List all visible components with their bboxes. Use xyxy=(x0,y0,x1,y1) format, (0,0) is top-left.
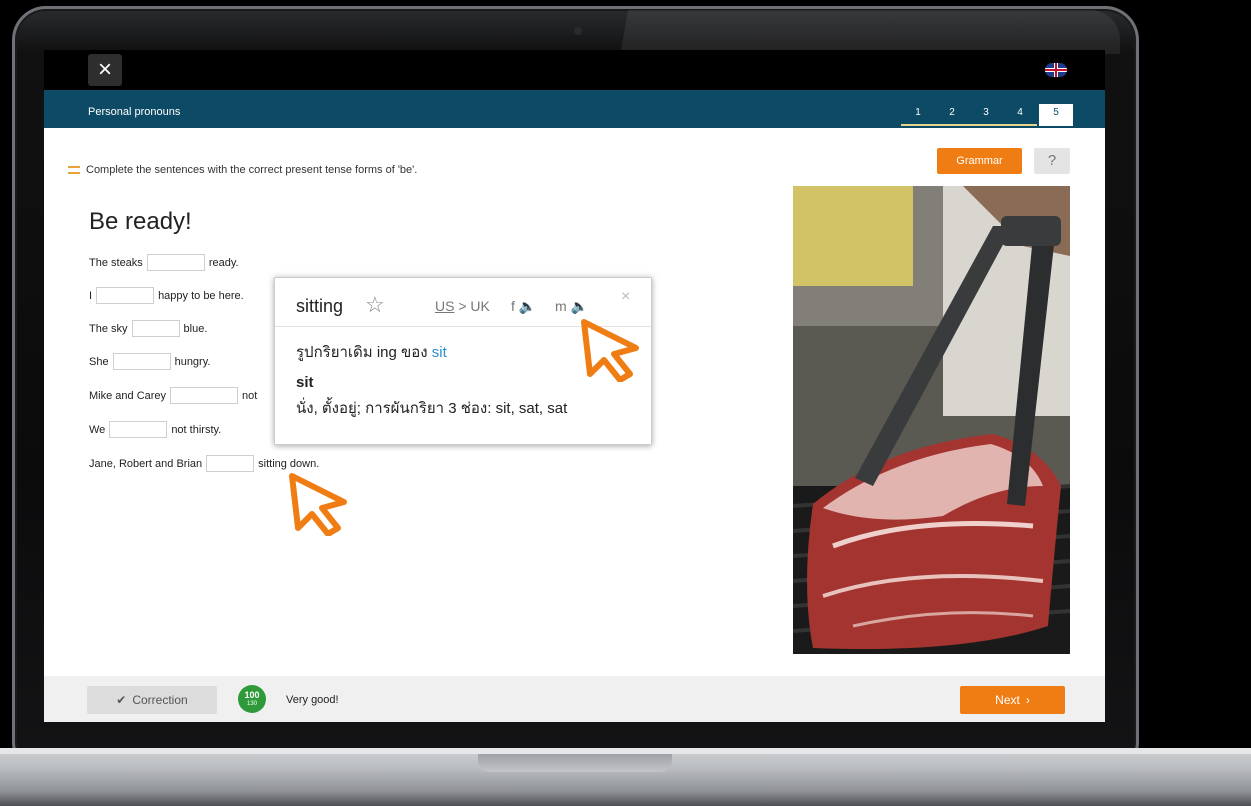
sentence-start: The steaks xyxy=(89,256,143,269)
favorite-star-icon[interactable]: ☆ xyxy=(365,292,385,318)
sentence-start: She xyxy=(89,355,109,368)
step-tab-5[interactable]: 5 xyxy=(1039,104,1073,126)
exercise-heading: Be ready! xyxy=(89,208,192,235)
instruction: Complete the sentences with the correct … xyxy=(68,164,417,176)
sentence-row: We not thirsty. xyxy=(89,421,221,438)
answer-input[interactable] xyxy=(112,353,171,370)
lesson-title: Personal pronouns xyxy=(88,106,181,118)
uk-flag-icon[interactable] xyxy=(1045,63,1067,77)
sentence-end: not thirsty. xyxy=(171,423,222,436)
sentence-row: Mike and Carey not xyxy=(89,387,257,404)
sentence-end: not xyxy=(242,389,258,402)
answer-input[interactable] xyxy=(96,287,155,304)
sentence-start: I xyxy=(89,289,93,302)
sentence-start: Mike and Carey xyxy=(89,389,167,402)
step-navigation: 1 2 3 4 5 xyxy=(901,104,1073,126)
answer-input[interactable] xyxy=(206,455,255,472)
sentence-end: happy to be here. xyxy=(158,289,244,302)
base-word-heading: sit xyxy=(296,374,314,391)
sentence-end[interactable]: sitting down. xyxy=(258,458,319,470)
sentence-row: I happy to be here. xyxy=(89,287,244,304)
word-form-note: รูปกริยาเดิม ing ของ sit xyxy=(296,344,447,361)
app-screen: × Personal pronouns 1 2 3 4 5 Complete t… xyxy=(44,50,1105,722)
correction-button[interactable]: ✔ Correction xyxy=(87,686,217,714)
screen-glare xyxy=(560,10,1120,54)
step-tab-4[interactable]: 4 xyxy=(1003,104,1037,126)
speaker-icon: 🔈 xyxy=(518,298,537,314)
popup-close-icon[interactable]: × xyxy=(621,288,630,306)
check-icon: ✔ xyxy=(116,693,127,707)
step-tab-1[interactable]: 1 xyxy=(901,104,935,126)
instruction-icon xyxy=(68,166,80,174)
close-button[interactable]: × xyxy=(88,54,122,86)
answer-input[interactable] xyxy=(170,387,239,404)
bottom-bar: ✔ Correction 100 130 Very good! Next › xyxy=(44,676,1105,722)
exercise-photo xyxy=(793,186,1070,654)
cursor-pointer-icon xyxy=(581,319,639,382)
speaker-icon: 🔈 xyxy=(570,298,588,314)
sentence-start: We xyxy=(89,423,106,436)
step-tab-3[interactable]: 3 xyxy=(969,104,1003,126)
sentence-start: Jane, Robert and Brian xyxy=(89,457,203,470)
definition-text: นั่ง, ตั้งอยู่; การผันกริยา 3 ช่อง: sit,… xyxy=(296,400,568,417)
laptop-notch xyxy=(478,754,672,772)
sentence-end: blue. xyxy=(183,322,208,335)
step-tab-2[interactable]: 2 xyxy=(935,104,969,126)
sentence-row: She hungry. xyxy=(89,353,210,370)
answer-input[interactable] xyxy=(109,421,168,438)
instruction-text: Complete the sentences with the correct … xyxy=(86,164,418,176)
lesson-header: Personal pronouns 1 2 3 4 5 xyxy=(44,90,1105,128)
sentence-end: ready. xyxy=(208,256,239,269)
sentence-start: The sky xyxy=(89,322,128,335)
popup-word: sitting xyxy=(296,296,344,316)
dialect-toggle[interactable]: US > UK xyxy=(435,298,490,314)
top-bar: × xyxy=(44,50,1105,90)
grammar-button[interactable]: Grammar xyxy=(937,148,1022,174)
sentence-row: Jane, Robert and Brian sitting down. xyxy=(89,455,319,472)
score-badge: 100 130 xyxy=(238,685,266,713)
sentence-row: The sky blue. xyxy=(89,320,207,337)
answer-input[interactable] xyxy=(146,254,205,271)
female-audio-button[interactable]: f 🔈 xyxy=(511,298,536,315)
steak-image xyxy=(793,186,1070,654)
answer-input[interactable] xyxy=(131,320,180,337)
webcam xyxy=(574,27,582,35)
base-word-link[interactable]: sit xyxy=(432,344,447,361)
sentence-end: hungry. xyxy=(174,355,211,368)
chevron-right-icon: › xyxy=(1025,693,1030,707)
help-button[interactable]: ? xyxy=(1034,148,1070,174)
male-audio-button[interactable]: m 🔈 xyxy=(555,298,588,315)
feedback-text: Very good! xyxy=(286,694,339,706)
sentence-row: The steaks ready. xyxy=(89,254,239,271)
next-button[interactable]: Next › xyxy=(960,686,1065,714)
close-icon: × xyxy=(97,56,112,83)
cursor-pointer-icon xyxy=(289,473,347,536)
